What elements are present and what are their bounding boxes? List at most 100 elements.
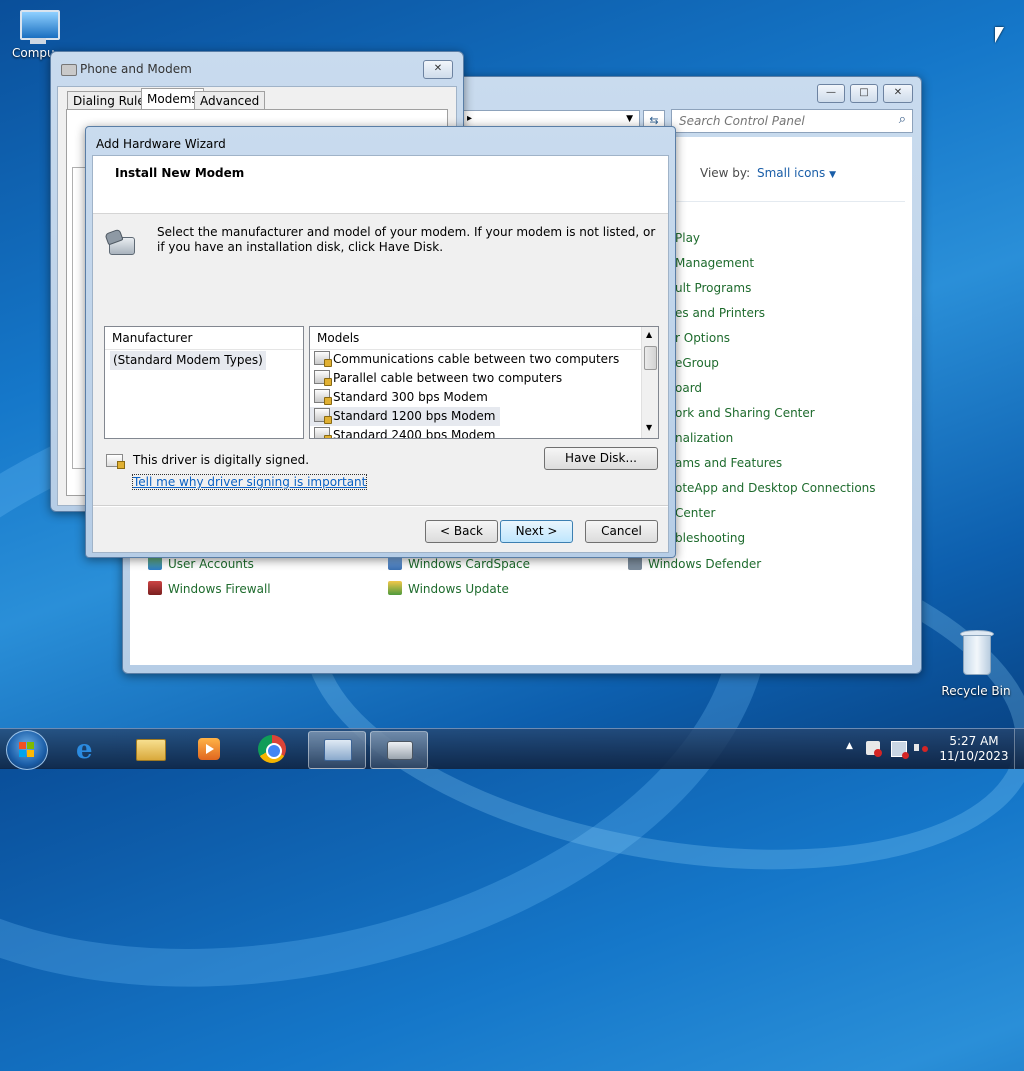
- clock[interactable]: 5:27 AM 11/10/2023: [938, 734, 1010, 764]
- action-center-icon[interactable]: [866, 741, 882, 757]
- certificate-icon: [106, 454, 125, 469]
- manufacturer-list[interactable]: Manufacturer (Standard Modem Types): [104, 326, 304, 439]
- clock-date: 11/10/2023: [939, 749, 1009, 763]
- folder-icon: [136, 739, 166, 761]
- wizard-header: Install New Modem: [93, 156, 668, 214]
- modem-driver-icon: [314, 370, 332, 386]
- firewall-icon: [148, 581, 162, 595]
- windows-defender-icon: [628, 556, 642, 570]
- cp-item-default-programs[interactable]: ult Programs: [675, 281, 751, 295]
- modem-driver-icon: [314, 408, 332, 424]
- telephone-modem-icon: [104, 228, 135, 255]
- cp-item-network-sharing[interactable]: ork and Sharing Center: [675, 406, 815, 420]
- model-item[interactable]: Standard 2400 bps Modem: [310, 426, 658, 438]
- recycle-bin-desktop-icon[interactable]: Recycle Bin: [940, 630, 1012, 698]
- manufacturer-item[interactable]: (Standard Modem Types): [110, 351, 266, 370]
- modem-driver-icon: [314, 351, 332, 367]
- modem-driver-icon: [314, 389, 332, 405]
- view-by-label: View by:: [700, 166, 751, 180]
- view-by-dropdown[interactable]: Small icons ▼: [757, 166, 836, 180]
- cp-item-keyboard[interactable]: oard: [675, 381, 702, 395]
- cp-item-remoteapp[interactable]: oteApp and Desktop Connections: [675, 481, 876, 495]
- have-disk-button[interactable]: Have Disk...: [544, 447, 658, 470]
- cp-item-windows-defender[interactable]: Windows Defender: [628, 556, 761, 571]
- add-hardware-wizard-window: Add Hardware Wizard Install New Modem Se…: [85, 126, 676, 558]
- search-box[interactable]: ⌕: [671, 109, 913, 133]
- model-item[interactable]: Standard 300 bps Modem: [310, 388, 658, 407]
- phone-modem-icon: [61, 64, 77, 76]
- manufacturer-header: Manufacturer: [105, 327, 303, 350]
- cp-item-folder-options[interactable]: r Options: [675, 331, 730, 345]
- chevron-down-icon[interactable]: ▼: [626, 114, 633, 124]
- network-icon[interactable]: [891, 741, 909, 759]
- model-item[interactable]: Parallel cable between two computers: [310, 369, 658, 388]
- back-button[interactable]: < Back: [425, 520, 498, 543]
- model-item[interactable]: Communications cable between two compute…: [310, 350, 658, 369]
- next-button[interactable]: Next >: [500, 520, 573, 543]
- computer-icon: [18, 10, 60, 46]
- windows-logo-icon: [19, 742, 35, 758]
- internet-explorer-icon: e: [76, 735, 93, 765]
- cp-item-personalization[interactable]: nalization: [675, 431, 733, 445]
- taskbar: e ▲ 5:27 AM 11/10/2023: [0, 728, 1024, 770]
- dropdown-arrow-icon: ▼: [829, 170, 837, 180]
- phone-modem-close-button[interactable]: ✕: [423, 60, 453, 79]
- volume-icon[interactable]: [914, 741, 928, 755]
- models-scrollbar[interactable]: ▲ ▼: [641, 327, 658, 438]
- wizard-body: Install New Modem Select the manufacture…: [92, 155, 669, 553]
- cancel-button[interactable]: Cancel: [585, 520, 658, 543]
- user-accounts-icon: [148, 556, 162, 570]
- start-button[interactable]: [6, 730, 48, 770]
- models-list[interactable]: Models Communications cable between two …: [309, 326, 659, 439]
- taskbar-internet-explorer[interactable]: e: [62, 731, 118, 767]
- close-button[interactable]: ✕: [883, 84, 913, 103]
- recycle-bin-icon: [960, 630, 994, 676]
- cp-item-user-accounts[interactable]: User Accounts: [148, 556, 254, 571]
- cp-item-management[interactable]: Management: [675, 256, 754, 270]
- footer-divider: [93, 505, 668, 507]
- driver-signing-link[interactable]: Tell me why driver signing is important: [131, 474, 368, 490]
- tab-advanced[interactable]: Advanced: [194, 91, 266, 110]
- cp-item-troubleshooting[interactable]: bleshooting: [675, 531, 745, 545]
- telephone-icon: [387, 741, 413, 760]
- scroll-down-arrow-icon[interactable]: ▼: [646, 423, 652, 432]
- instruction-text: Select the manufacturer and model of you…: [157, 225, 656, 254]
- search-icon[interactable]: ⌕: [899, 112, 906, 127]
- modem-driver-icon: [314, 427, 332, 438]
- cp-item-windows-cardspace[interactable]: Windows CardSpace: [388, 556, 530, 571]
- taskbar-control-panel[interactable]: [308, 731, 366, 769]
- wizard-heading: Install New Modem: [115, 166, 245, 180]
- windows-update-icon: [388, 581, 402, 595]
- cp-item-windows-update[interactable]: Windows Update: [388, 581, 509, 596]
- phone-modem-title: Phone and Modem: [80, 62, 192, 76]
- search-input[interactable]: [672, 110, 886, 132]
- cp-item-sync-center[interactable]: Center: [675, 506, 715, 520]
- cp-item-windows-firewall[interactable]: Windows Firewall: [148, 581, 271, 596]
- cardspace-icon: [388, 556, 402, 570]
- models-header: Models: [310, 327, 642, 350]
- cp-item-homegroup[interactable]: eGroup: [675, 356, 719, 370]
- model-item-selected[interactable]: Standard 1200 bps Modem: [310, 407, 501, 426]
- mouse-cursor-icon: [995, 27, 1004, 43]
- cp-item-devices-printers[interactable]: es and Printers: [675, 306, 765, 320]
- recycle-bin-label: Recycle Bin: [941, 684, 1011, 698]
- clock-time: 5:27 AM: [949, 734, 999, 748]
- scroll-up-arrow-icon[interactable]: ▲: [646, 330, 652, 339]
- taskbar-chrome[interactable]: [244, 731, 300, 767]
- media-player-icon: [198, 738, 220, 760]
- chevron-right-icon: ▸: [467, 113, 473, 124]
- show-desktop-button[interactable]: [1014, 729, 1024, 769]
- signed-text: This driver is digitally signed.: [133, 453, 310, 467]
- taskbar-media-player[interactable]: [182, 731, 238, 767]
- chrome-icon: [258, 735, 286, 763]
- control-panel-icon: [324, 739, 352, 761]
- taskbar-phone-modem[interactable]: [370, 731, 428, 769]
- wizard-title: Add Hardware Wizard: [96, 137, 226, 151]
- show-hidden-icons-button[interactable]: ▲: [846, 741, 853, 751]
- taskbar-explorer[interactable]: [122, 731, 178, 767]
- minimize-button[interactable]: —: [817, 84, 845, 103]
- scroll-thumb[interactable]: [644, 346, 657, 370]
- maximize-button[interactable]: □: [850, 84, 878, 103]
- cp-item-autoplay[interactable]: Play: [675, 231, 700, 245]
- cp-item-programs-features[interactable]: ams and Features: [675, 456, 782, 470]
